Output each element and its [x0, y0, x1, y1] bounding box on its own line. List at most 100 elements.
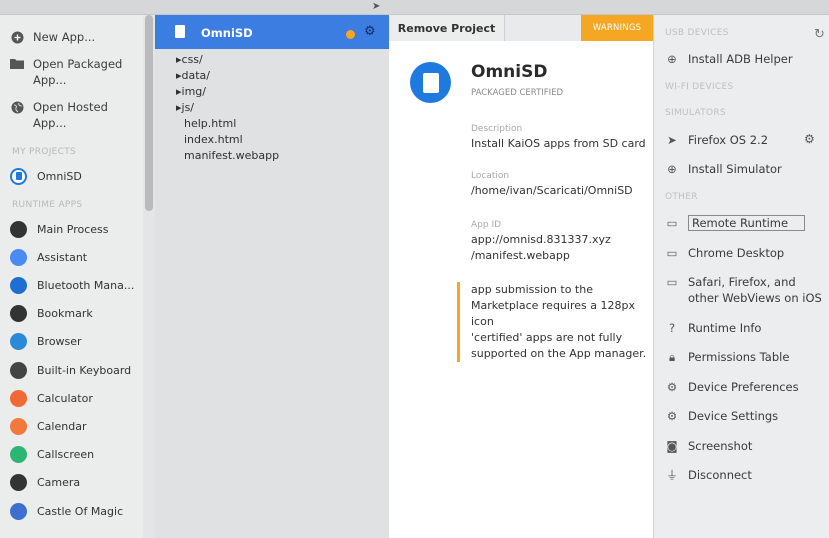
plug-icon: ⏚ [666, 468, 678, 482]
runtime-app-item[interactable]: Bookmark [10, 304, 93, 324]
app-icon [10, 474, 27, 492]
device-prefs-label: Device Preferences [688, 380, 799, 394]
chrome-desktop-item[interactable]: ▭ Chrome Desktop [666, 245, 785, 261]
help-circle-icon: ? [668, 321, 676, 335]
device-settings-item[interactable]: ⚙ Device Settings [666, 408, 778, 424]
runtime-app-label: Bookmark [37, 307, 93, 321]
app-icon [10, 502, 27, 520]
omnisd-icon [10, 167, 27, 185]
tree-folder-css[interactable]: ▸css/ [176, 52, 279, 68]
warnings-tab[interactable]: WARNINGS [581, 15, 653, 41]
runtime-app-label: Main Process [37, 222, 109, 236]
runtime-app-label: Browser [37, 335, 82, 349]
description-value: Install KaiOS apps from SD card [471, 137, 646, 150]
tree-file-index[interactable]: index.html [176, 132, 279, 148]
runtime-app-item[interactable]: Bluetooth Mana... [10, 275, 134, 295]
disconnect-item[interactable]: ⏚ Disconnect [666, 467, 752, 483]
runtime-app-label: Assistant [37, 250, 88, 264]
warning-message-2: 'certified' apps are not fully supported… [471, 331, 647, 360]
screenshot-label: Screenshot [688, 439, 753, 453]
install-simulator-button[interactable]: ⊕ Install Simulator [666, 161, 782, 177]
safari-label: Safari, Firefox, and other WebViews on i… [688, 275, 822, 305]
window-titlebar: ➤ [0, 0, 829, 15]
tree-file-help[interactable]: help.html [176, 116, 279, 132]
plus-circle-icon: ⊕ [667, 52, 677, 66]
permissions-label: Permissions Table [688, 350, 790, 364]
warning-message-1: app submission to the Marketplace requir… [471, 283, 635, 328]
runtime-app-item[interactable]: Browser [10, 332, 82, 352]
runtime-app-item[interactable]: Castle Of Magic [10, 501, 123, 521]
laptop-icon: ▭ [666, 275, 678, 289]
open-hosted-app-button[interactable]: Open Hosted App... [10, 99, 130, 131]
app-icon [10, 276, 27, 294]
remove-project-button[interactable]: Remove Project [389, 15, 505, 41]
refresh-icon[interactable]: ↻ [814, 27, 825, 42]
camera-icon: ◙ [666, 439, 678, 453]
remote-runtime-item[interactable]: ▭ Remote Runtime [666, 215, 805, 231]
app-icon [10, 305, 27, 323]
scrollbar-thumb[interactable] [145, 15, 153, 211]
tree-file-manifest[interactable]: manifest.webapp [176, 148, 279, 164]
other-header: OTHER [665, 192, 698, 202]
permissions-table-item[interactable]: 🔒︎ Permissions Table [666, 349, 789, 365]
file-icon [175, 25, 185, 38]
safari-webviews-item[interactable]: ▭ Safari, Firefox, and other WebViews on… [666, 274, 824, 306]
tree-folder-js[interactable]: ▸js/ [176, 100, 279, 116]
project-files-panel: OmniSD ⚙ ▸css/ ▸data/ ▸img/ ▸js/ help.ht… [155, 15, 389, 538]
new-app-label: New App... [33, 30, 96, 44]
runtime-app-item[interactable]: Calculator [10, 388, 93, 408]
folder-icon [10, 57, 24, 71]
install-sim-label: Install Simulator [688, 162, 782, 176]
laptop-icon: ▭ [666, 216, 678, 230]
open-packaged-app-button[interactable]: Open Packaged App... [10, 56, 130, 88]
runtime-info-item[interactable]: ? Runtime Info [666, 320, 762, 336]
runtime-app-item[interactable]: Callscreen [10, 445, 94, 465]
lock-icon: 🔒︎ [668, 350, 676, 364]
gear-icon[interactable]: ⚙ [364, 24, 376, 39]
sidebar-project-omnisd[interactable]: OmniSD [10, 166, 82, 186]
runtime-app-label: Calendar [37, 419, 87, 433]
laptop-icon: ▭ [666, 246, 678, 260]
app-icon [10, 446, 27, 464]
selected-project-header[interactable]: OmniSD ⚙ [155, 15, 389, 49]
globe-icon [10, 100, 24, 114]
runtime-app-item[interactable]: Built-in Keyboard [10, 360, 131, 380]
cursor-icon: ➤ [372, 1, 381, 12]
disconnect-label: Disconnect [688, 468, 752, 482]
file-tree: ▸css/ ▸data/ ▸img/ ▸js/ help.html index.… [176, 52, 279, 164]
appid-value-1: app://omnisd.831337.xyz [471, 233, 611, 246]
new-app-button[interactable]: New App... [10, 29, 95, 45]
tree-folder-data[interactable]: ▸data/ [176, 68, 279, 84]
app-icon [10, 333, 27, 351]
runtime-apps-header: RUNTIME APPS [12, 200, 83, 210]
warning-dot-icon [346, 30, 355, 39]
runtime-app-item[interactable]: Calendar [10, 416, 86, 436]
runtime-info-label: Runtime Info [688, 321, 762, 335]
runtime-app-item[interactable]: Main Process [10, 219, 108, 239]
tree-folder-img[interactable]: ▸img/ [176, 84, 279, 100]
runtime-app-item[interactable]: Assistant [10, 247, 87, 267]
usb-devices-header: USB DEVICES [665, 28, 729, 38]
device-preferences-item[interactable]: ⚙ Device Preferences [666, 379, 799, 395]
runtime-app-label: Callscreen [37, 448, 95, 462]
details-toolbar: Remove Project WARNINGS [389, 15, 653, 41]
install-adb-label: Install ADB Helper [688, 52, 793, 66]
device-settings-label: Device Settings [688, 409, 779, 423]
simulator-settings-gear-icon[interactable]: ⚙ [804, 132, 815, 146]
open-hosted-label: Open Hosted App... [33, 100, 108, 130]
app-type: PACKAGED CERTIFIED [471, 88, 564, 98]
location-label: Location [471, 171, 510, 181]
project-label: OmniSD [37, 169, 82, 183]
firefox-os-simulator[interactable]: ➤ Firefox OS 2.2 [666, 132, 768, 148]
sidebar-scrollbar[interactable] [143, 15, 155, 538]
warnings-box: app submission to the Marketplace requir… [457, 282, 647, 362]
wifi-devices-header: WI-FI DEVICES [665, 82, 734, 92]
runtime-app-label: Calculator [37, 391, 93, 405]
app-icon [410, 62, 451, 103]
remote-runtime-label: Remote Runtime [688, 215, 805, 231]
install-adb-helper-button[interactable]: ⊕ Install ADB Helper [666, 51, 793, 67]
runtime-app-item[interactable]: Camera [10, 473, 80, 493]
screenshot-item[interactable]: ◙ Screenshot [666, 438, 752, 454]
app-title: OmniSD [471, 62, 548, 82]
open-packaged-label: Open Packaged App... [33, 57, 123, 87]
